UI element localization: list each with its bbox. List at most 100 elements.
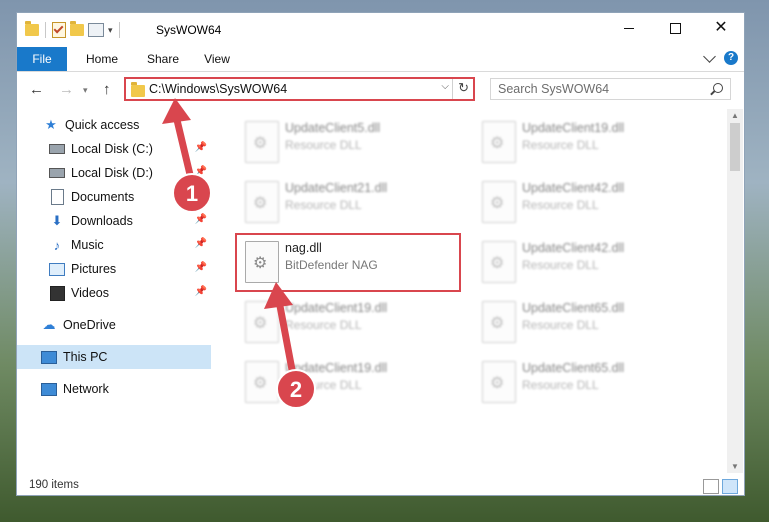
sidebar-item-label: Local Disk (D:) — [71, 166, 153, 180]
recent-locations-dropdown-icon[interactable]: ▾ — [83, 85, 88, 96]
up-arrow-icon[interactable]: ↑ — [103, 81, 111, 98]
pin-icon[interactable]: 📌 — [195, 262, 207, 273]
tab-home[interactable]: Home — [77, 47, 127, 71]
divider — [45, 22, 46, 38]
file-name: UpdateClient19.dll — [285, 301, 388, 315]
back-arrow-icon[interactable]: ← — [29, 81, 44, 98]
file-type: Resource DLL — [285, 138, 362, 152]
file-item[interactable]: UpdateClient19.dll Resource DLL — [474, 115, 694, 171]
sidebar-item-label: Downloads — [71, 214, 133, 228]
file-name: UpdateClient42.dll — [522, 181, 625, 195]
file-type: Resource DLL — [522, 258, 599, 272]
scrollbar-thumb[interactable] — [730, 123, 740, 171]
divider — [452, 79, 453, 99]
sidebar-item-quick-access[interactable]: ★ Quick access — [17, 113, 211, 137]
scroll-up-icon[interactable]: ▲ — [731, 111, 739, 120]
sidebar-item-label: Music — [71, 238, 104, 252]
file-type: Resource DLL — [522, 378, 599, 392]
sidebar-item-downloads[interactable]: ⬇ Downloads 📌 — [17, 209, 211, 233]
window-title: SysWOW64 — [156, 23, 222, 37]
dll-file-icon — [482, 121, 516, 163]
search-input[interactable]: Search SysWOW64 — [498, 82, 609, 96]
file-item[interactable]: UpdateClient19.dll Resource DLL — [237, 355, 457, 411]
pin-icon[interactable]: 📌 — [195, 190, 207, 201]
search-icon[interactable] — [713, 83, 723, 93]
expand-ribbon-chevron-icon[interactable] — [703, 49, 716, 63]
sidebar-item-local-disk-d[interactable]: Local Disk (D:) 📌 — [17, 161, 211, 185]
file-name: UpdateClient21.dll — [285, 181, 388, 195]
dll-file-icon — [245, 181, 279, 223]
properties-check-icon[interactable] — [52, 22, 66, 38]
maximize-button[interactable] — [652, 13, 698, 43]
sidebar-item-this-pc[interactable]: This PC — [17, 345, 211, 369]
tab-share[interactable]: Share — [138, 47, 188, 71]
sidebar-item-label: Pictures — [71, 262, 117, 276]
documents-icon — [49, 189, 65, 205]
sidebar-item-label: This PC — [63, 350, 108, 364]
file-name: UpdateClient65.dll — [522, 301, 625, 315]
file-item[interactable]: UpdateClient42.dll Resource DLL — [474, 235, 694, 291]
address-path[interactable]: C:\Windows\SysWOW64 — [149, 82, 287, 96]
close-icon: ✕ — [714, 19, 728, 36]
large-icons-view-icon[interactable] — [722, 479, 738, 494]
file-item[interactable]: UpdateClient21.dll Resource DLL — [237, 175, 457, 231]
close-button[interactable]: ✕ — [698, 13, 744, 43]
pin-icon[interactable]: 📌 — [195, 166, 207, 177]
scroll-down-icon[interactable]: ▼ — [731, 462, 739, 471]
file-item[interactable]: UpdateClient19.dll Resource DLL — [237, 295, 457, 351]
sidebar-item-videos[interactable]: Videos 📌 — [17, 281, 211, 305]
sidebar-item-onedrive[interactable]: ☁ OneDrive — [17, 313, 211, 337]
pin-icon[interactable]: 📌 — [195, 238, 207, 249]
file-type: Resource DLL — [285, 198, 362, 212]
vertical-scrollbar[interactable]: ▲ ▼ — [727, 109, 743, 473]
nag-dll-highlight-box — [235, 233, 461, 292]
sidebar-item-music[interactable]: ♪ Music 📌 — [17, 233, 211, 257]
pin-icon[interactable]: 📌 — [195, 142, 207, 153]
customize-toolbar-dropdown-icon[interactable]: ▾ — [108, 25, 113, 36]
file-type: Resource DLL — [285, 318, 362, 332]
file-name: UpdateClient42.dll — [522, 241, 625, 255]
forward-arrow-icon[interactable]: → — [59, 81, 74, 98]
videos-icon — [49, 285, 65, 301]
properties-icon[interactable] — [88, 23, 104, 37]
minimize-button[interactable] — [606, 13, 652, 43]
dll-file-icon — [245, 361, 279, 403]
sidebar-item-documents[interactable]: Documents 📌 — [17, 185, 211, 209]
navigation-bar: ← → ▾ ↑ C:\Windows\SysWOW64 ⌵ ↻ Search S… — [17, 74, 744, 104]
window-controls: ✕ — [606, 13, 744, 43]
file-item[interactable]: UpdateClient65.dll Resource DLL — [474, 355, 694, 411]
quick-access-toolbar: ▾ — [25, 21, 122, 38]
sidebar-item-pictures[interactable]: Pictures 📌 — [17, 257, 211, 281]
refresh-icon[interactable]: ↻ — [458, 80, 469, 96]
item-count: 190 items — [29, 479, 79, 491]
music-icon: ♪ — [53, 237, 61, 253]
sidebar-item-label: Documents — [71, 190, 135, 204]
sidebar-item-label: Network — [63, 382, 109, 396]
help-icon[interactable]: ? — [724, 51, 738, 65]
address-bar[interactable]: C:\Windows\SysWOW64 ⌵ ↻ — [124, 77, 475, 101]
navigation-pane: ★ Quick access Local Disk (C:) 📌 Local D… — [17, 113, 211, 468]
file-type: Resource DLL — [522, 318, 599, 332]
file-name: UpdateClient19.dll — [285, 361, 388, 375]
search-box[interactable]: Search SysWOW64 — [490, 78, 731, 100]
pc-icon — [41, 349, 57, 365]
pin-icon[interactable]: 📌 — [195, 286, 207, 297]
file-item[interactable]: UpdateClient5.dll Resource DLL — [237, 115, 457, 171]
sidebar-item-network[interactable]: Network — [17, 377, 211, 401]
details-view-icon[interactable] — [703, 479, 719, 494]
dll-file-icon — [245, 301, 279, 343]
tab-file[interactable]: File — [17, 47, 67, 71]
file-type: Resource DLL — [522, 138, 599, 152]
file-item[interactable]: UpdateClient65.dll Resource DLL — [474, 295, 694, 351]
pictures-icon — [49, 261, 65, 277]
tab-view[interactable]: View — [194, 47, 240, 71]
sidebar-item-label: Local Disk (C:) — [71, 142, 153, 156]
dll-file-icon — [482, 361, 516, 403]
file-item[interactable]: UpdateClient42.dll Resource DLL — [474, 175, 694, 231]
address-dropdown-icon[interactable]: ⌵ — [441, 81, 449, 92]
sidebar-item-local-disk-c[interactable]: Local Disk (C:) 📌 — [17, 137, 211, 161]
ribbon-tabs: File Home Share View ? — [17, 47, 744, 72]
pin-icon[interactable]: 📌 — [195, 214, 207, 225]
new-folder-icon[interactable] — [70, 21, 84, 36]
title-bar: ▾ SysWOW64 ✕ — [17, 13, 744, 47]
